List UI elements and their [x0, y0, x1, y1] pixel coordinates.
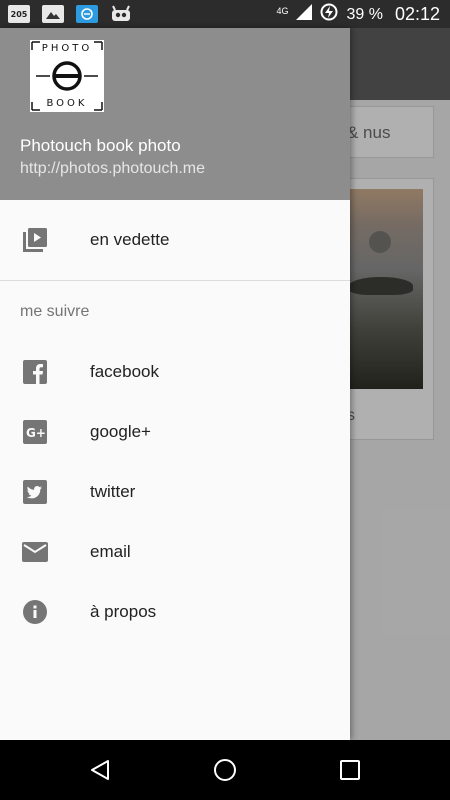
- back-icon[interactable]: [86, 756, 114, 784]
- navigation-bar: [0, 740, 450, 800]
- navigation-drawer: PHOTO BOOK Photouch book photo http://ph…: [0, 28, 350, 740]
- battery-level: 39 %: [346, 5, 383, 23]
- drawer-item-label: google+: [90, 422, 151, 441]
- drawer-item-twitter[interactable]: twitter: [0, 462, 350, 522]
- drawer-item-en-vedette[interactable]: en vedette: [0, 210, 350, 270]
- drawer-title: Photouch book photo: [20, 136, 181, 155]
- battery-saver-icon: [320, 3, 338, 26]
- home-icon[interactable]: [211, 756, 239, 784]
- drawer-item-facebook[interactable]: facebook: [0, 342, 350, 402]
- clock: 02:12: [394, 4, 440, 24]
- video-library-icon: [22, 227, 48, 253]
- facebook-icon: [22, 359, 48, 385]
- signal-icon: [296, 4, 313, 25]
- section-header: me suivre: [20, 303, 90, 320]
- svg-text:G+: G+: [26, 426, 46, 440]
- photobook-logo: PHOTO BOOK: [30, 40, 104, 112]
- calendar-notification-icon: 205: [8, 5, 30, 23]
- logo-text-bottom: BOOK: [46, 98, 88, 109]
- drawer-item-label: en vedette: [90, 230, 170, 249]
- status-bar: 205 4G 39 % 02:12: [0, 0, 450, 28]
- drawer-item-label: facebook: [90, 362, 159, 381]
- bot-notification-icon: [110, 5, 132, 23]
- drawer-header: PHOTO BOOK Photouch book photo http://ph…: [0, 28, 350, 200]
- drawer-url[interactable]: http://photos.photouch.me: [20, 160, 205, 178]
- logo-text-top: PHOTO: [41, 43, 93, 54]
- info-icon: [22, 599, 48, 625]
- google-plus-icon: G+: [22, 419, 48, 445]
- image-notification-icon: [42, 5, 64, 23]
- twitter-icon: [22, 479, 48, 505]
- network-type: 4G: [276, 5, 289, 16]
- drawer-item-label: twitter: [90, 482, 136, 501]
- drawer-item-a-propos[interactable]: à propos: [0, 582, 350, 642]
- email-icon: [22, 539, 48, 565]
- recents-icon[interactable]: [336, 756, 364, 784]
- app-notification-icon: [76, 5, 98, 23]
- drawer-item-label: email: [90, 542, 131, 561]
- drawer-item-email[interactable]: email: [0, 522, 350, 582]
- drawer-divider: [0, 280, 350, 281]
- drawer-item-label: à propos: [90, 602, 157, 621]
- drawer-item-google-plus[interactable]: G+ google+: [0, 402, 350, 462]
